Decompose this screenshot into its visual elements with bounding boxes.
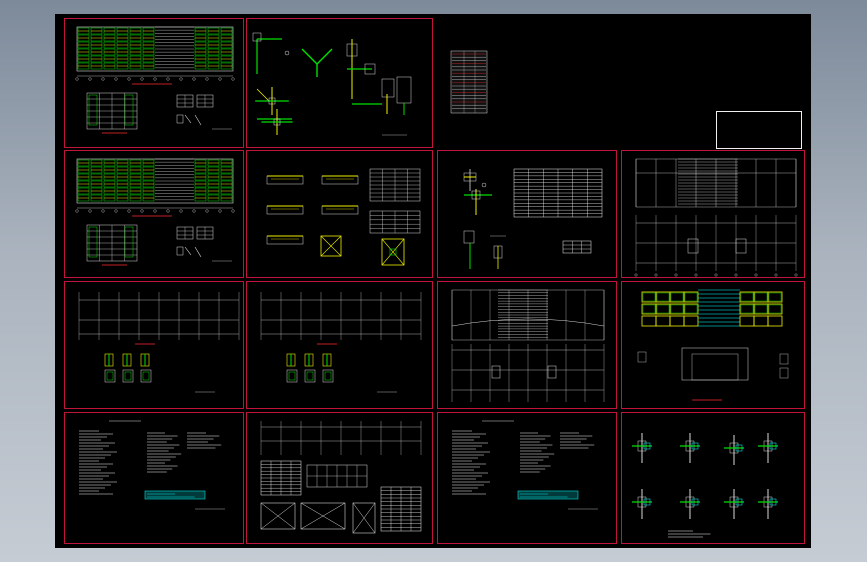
sheet-graphics	[79, 420, 225, 510]
sheet-general-notes-1[interactable]	[64, 412, 244, 544]
sheet-steel-frame-elevation-1[interactable]	[64, 18, 244, 148]
sheet-graphics	[260, 421, 422, 534]
sheet-graphics	[252, 32, 412, 136]
sheet-graphics	[634, 158, 798, 277]
sheet-graphics	[637, 289, 789, 401]
sheet-graphics	[463, 168, 603, 269]
sheet-graphics	[632, 433, 778, 538]
sheet-grid-plan-1[interactable]	[621, 150, 805, 278]
sheet-graphics	[78, 292, 240, 393]
sheet-general-notes-2[interactable]	[437, 412, 617, 544]
sheet-beam-details[interactable]	[246, 150, 433, 278]
sheet-steel-frame-elevation-2[interactable]	[64, 150, 244, 278]
sheet-graphics	[75, 26, 235, 134]
sheet-graphics	[451, 289, 605, 402]
sheet-graphics	[260, 292, 422, 393]
sheet-roof-framing[interactable]	[621, 281, 805, 409]
sheet-bracing-plan[interactable]	[246, 412, 433, 544]
sheet-column-details[interactable]	[437, 150, 617, 278]
sheet-graphics	[266, 168, 421, 266]
sheet-connection-details[interactable]	[621, 412, 805, 544]
title-block	[716, 111, 802, 149]
drawing-canvas[interactable]	[55, 14, 811, 548]
sheet-roof-plan[interactable]	[437, 281, 617, 409]
sheet-graphics	[75, 158, 235, 266]
sheet-node-details-1[interactable]	[246, 18, 433, 148]
sheet-grid-plan-3[interactable]	[246, 281, 433, 409]
sheet-grid-plan-2[interactable]	[64, 281, 244, 409]
sheet-graphics	[452, 420, 598, 510]
